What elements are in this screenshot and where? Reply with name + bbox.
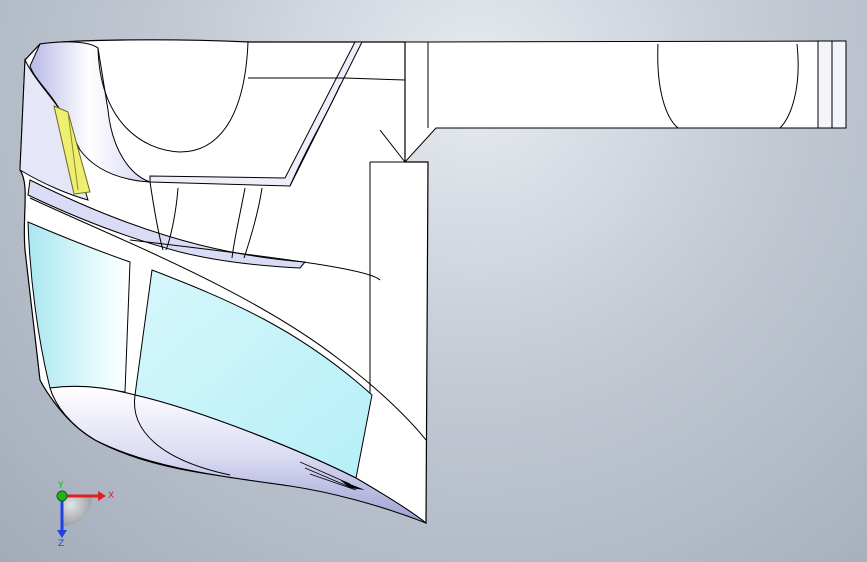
coordinate-triad: X Y Z bbox=[56, 481, 114, 548]
top-arm-face bbox=[404, 40, 847, 164]
y-axis-label: Y bbox=[57, 481, 64, 491]
z-axis-label: Z bbox=[58, 539, 64, 548]
triad-backdrop bbox=[62, 496, 92, 526]
y-axis-dot bbox=[56, 490, 68, 502]
x-axis-label: X bbox=[108, 491, 114, 501]
3d-viewport[interactable]: X Y Z bbox=[0, 0, 867, 562]
cad-part-model[interactable] bbox=[0, 0, 867, 562]
